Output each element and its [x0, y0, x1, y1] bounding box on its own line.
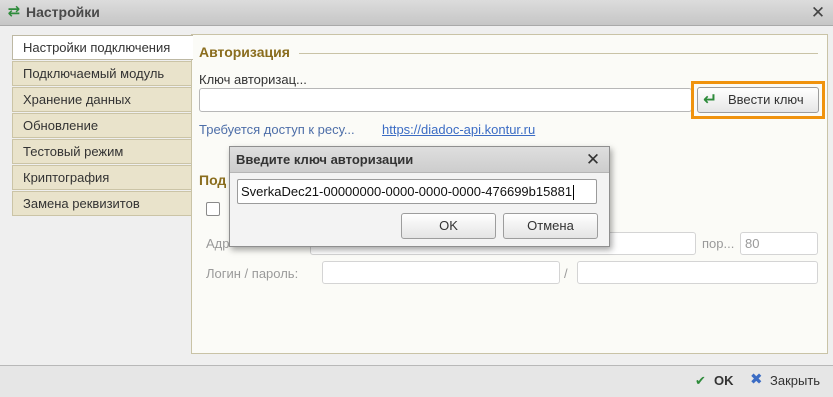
- text-caret: [573, 185, 575, 201]
- close-button[interactable]: Закрыть: [770, 373, 820, 388]
- bottom-bar: ✔ OK ✖ Закрыть: [0, 365, 833, 397]
- dialog-ok-button[interactable]: OK: [401, 213, 496, 239]
- auth-key-label: Ключ авторизац...: [199, 72, 307, 87]
- close-x-icon: ✖: [750, 371, 763, 388]
- tab-label: Тестовый режим: [23, 144, 124, 159]
- tab-connection-settings[interactable]: Настройки подключения: [12, 35, 193, 60]
- login-input[interactable]: [322, 261, 560, 284]
- close-icon[interactable]: ✕: [808, 3, 828, 23]
- port-input[interactable]: 80: [740, 232, 818, 255]
- address-label: Адр: [206, 236, 230, 251]
- dialog-input-value: SverkaDec21-00000000-0000-0000-0000-4766…: [241, 184, 573, 199]
- dialog-title: Введите ключ авторизации: [236, 152, 414, 167]
- tab-label: Хранение данных: [23, 92, 131, 107]
- checkmark-icon: ✔: [695, 373, 706, 388]
- tab-plugin-module[interactable]: Подключаемый модуль: [12, 61, 192, 86]
- tab-label: Настройки подключения: [23, 40, 171, 55]
- enter-arrow-icon: ↵: [703, 90, 718, 109]
- tab-data-storage[interactable]: Хранение данных: [12, 87, 192, 112]
- auth-key-dialog: Введите ключ авторизации ✕ SverkaDec21-0…: [229, 146, 610, 247]
- dialog-close-icon[interactable]: ✕: [583, 150, 603, 170]
- section-title-proxy: Под: [199, 172, 227, 188]
- tab-update[interactable]: Обновление: [12, 113, 192, 138]
- login-password-separator: /: [564, 266, 568, 281]
- tab-requisites-replace[interactable]: Замена реквизитов: [12, 191, 192, 216]
- login-password-label: Логин / пароль:: [206, 266, 299, 281]
- window-title: Настройки: [26, 4, 100, 20]
- tab-label: Замена реквизитов: [23, 196, 140, 211]
- tab-label: Подключаемый модуль: [23, 66, 165, 81]
- auth-key-input[interactable]: [199, 88, 692, 112]
- window-titlebar: ⇄ Настройки ✕: [0, 0, 833, 26]
- port-label: пор...: [702, 236, 735, 251]
- arrows-exchange-icon: ⇄: [7, 3, 21, 20]
- enter-key-label: Ввести ключ: [728, 92, 804, 107]
- proxy-checkbox[interactable]: [206, 202, 220, 216]
- dialog-titlebar: Введите ключ авторизации ✕: [230, 147, 609, 173]
- dialog-cancel-button[interactable]: Отмена: [503, 213, 598, 239]
- access-required-text: Требуется доступ к ресу...: [199, 122, 355, 137]
- tab-cryptography[interactable]: Криптография: [12, 165, 192, 190]
- section-title-authorization: Авторизация: [199, 44, 290, 60]
- tab-label: Обновление: [23, 118, 99, 133]
- diadoc-api-link[interactable]: https://diadoc-api.kontur.ru: [382, 122, 535, 137]
- ok-button[interactable]: OK: [714, 373, 734, 388]
- tab-label: Криптография: [23, 170, 110, 185]
- auth-key-dialog-input[interactable]: SverkaDec21-00000000-0000-0000-0000-4766…: [237, 179, 597, 204]
- tab-test-mode[interactable]: Тестовый режим: [12, 139, 192, 164]
- section-divider: [299, 53, 818, 54]
- password-input[interactable]: [577, 261, 818, 284]
- enter-key-button[interactable]: ↵ Ввести ключ: [697, 87, 819, 113]
